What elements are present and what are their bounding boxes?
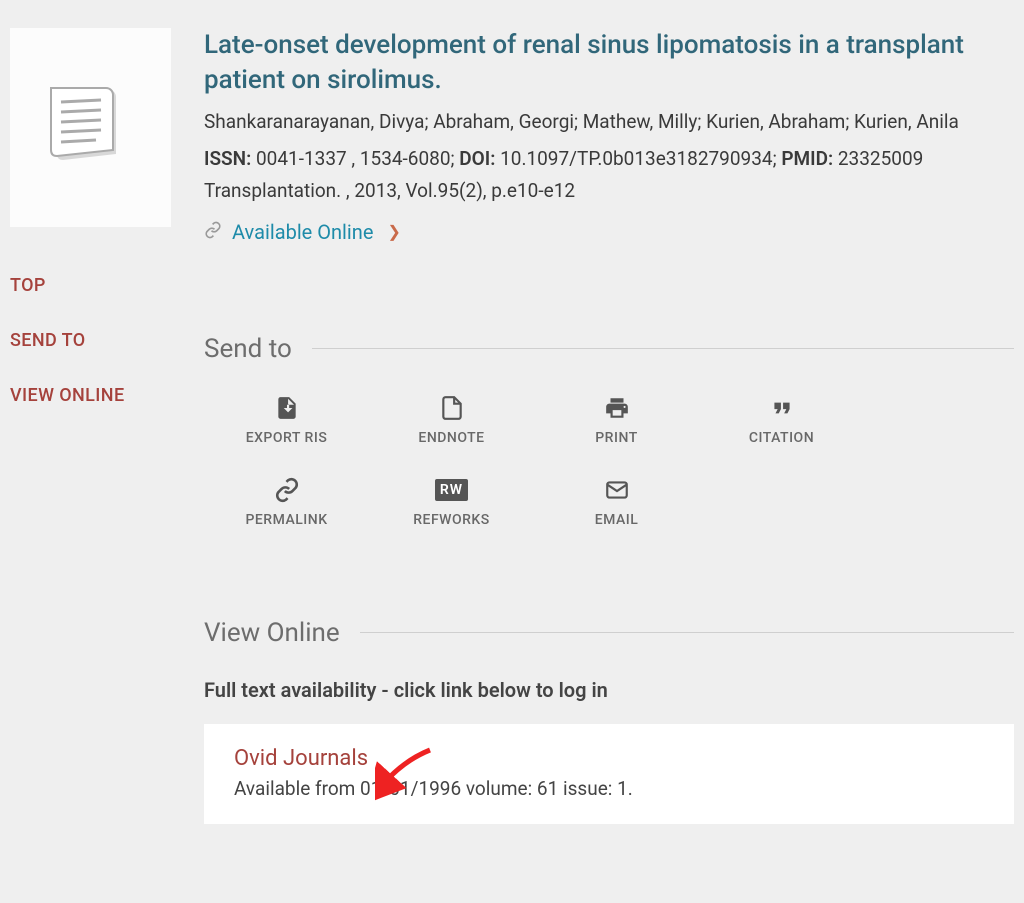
file-icon [438, 394, 466, 422]
endnote-button[interactable]: ENDNOTE [369, 394, 534, 446]
source-link[interactable]: Ovid Journals [234, 746, 368, 771]
refworks-button[interactable]: RW REFWORKS [369, 476, 534, 528]
record-authors: Shankaranarayanan, Divya; Abraham, Georg… [204, 108, 1014, 137]
action-label: REFWORKS [413, 512, 490, 528]
citation-button[interactable]: CITATION [699, 394, 864, 446]
file-export-icon [273, 394, 301, 422]
action-label: PRINT [595, 430, 637, 446]
email-icon [603, 476, 631, 504]
action-label: EXPORT RIS [246, 430, 328, 446]
action-label: CITATION [749, 430, 814, 446]
viewonline-heading: View Online [204, 618, 340, 648]
export-ris-button[interactable]: EXPORT RIS [204, 394, 369, 446]
email-button[interactable]: EMAIL [534, 476, 699, 528]
pmid-label: PMID: [781, 147, 833, 170]
anchor-viewonline[interactable]: VIEW ONLINE [10, 385, 180, 406]
record-citation: Transplantation. , 2013, Vol.95(2), p.e1… [204, 177, 1014, 206]
issn-value: 0041-1337 , 1534-6080; [251, 147, 459, 170]
anchor-top[interactable]: TOP [10, 275, 180, 296]
doi-value: 10.1097/TP.0b013e3182790934; [495, 147, 781, 170]
permalink-button[interactable]: PERMALINK [204, 476, 369, 528]
chevron-right-icon: ❯ [387, 222, 400, 241]
pmid-value: 23325009 [833, 147, 923, 170]
divider [312, 348, 1014, 349]
quote-icon [768, 394, 796, 422]
sendto-section: Send to EXPORT RIS ENDNOTE [204, 334, 1014, 548]
viewonline-section: View Online Full text availability - cli… [204, 618, 1014, 824]
fulltext-heading: Full text availability - click link belo… [204, 678, 1014, 702]
source-availability: Available from 01/01/1996 volume: 61 iss… [234, 777, 984, 800]
print-icon [603, 394, 631, 422]
available-online-text: Available Online [232, 220, 373, 244]
record-identifiers: ISSN: 0041-1337 , 1534-6080; DOI: 10.109… [204, 145, 1014, 174]
doi-label: DOI: [459, 147, 495, 170]
print-button[interactable]: PRINT [534, 394, 699, 446]
record-title: Late-onset development of renal sinus li… [204, 28, 1014, 98]
link-icon [204, 220, 222, 244]
anchor-sendto[interactable]: SEND TO [10, 330, 180, 351]
source-box: Ovid Journals Available from 01/01/1996 … [204, 724, 1014, 824]
sendto-heading: Send to [204, 334, 292, 364]
action-label: ENDNOTE [418, 430, 484, 446]
issn-label: ISSN: [204, 147, 251, 170]
divider [360, 632, 1014, 633]
record-thumbnail [10, 28, 171, 227]
refworks-icon: RW [438, 476, 466, 504]
available-online-link[interactable]: Available Online ❯ [204, 220, 1014, 244]
permalink-icon [273, 476, 301, 504]
action-label: EMAIL [595, 512, 639, 528]
action-label: PERMALINK [245, 512, 327, 528]
